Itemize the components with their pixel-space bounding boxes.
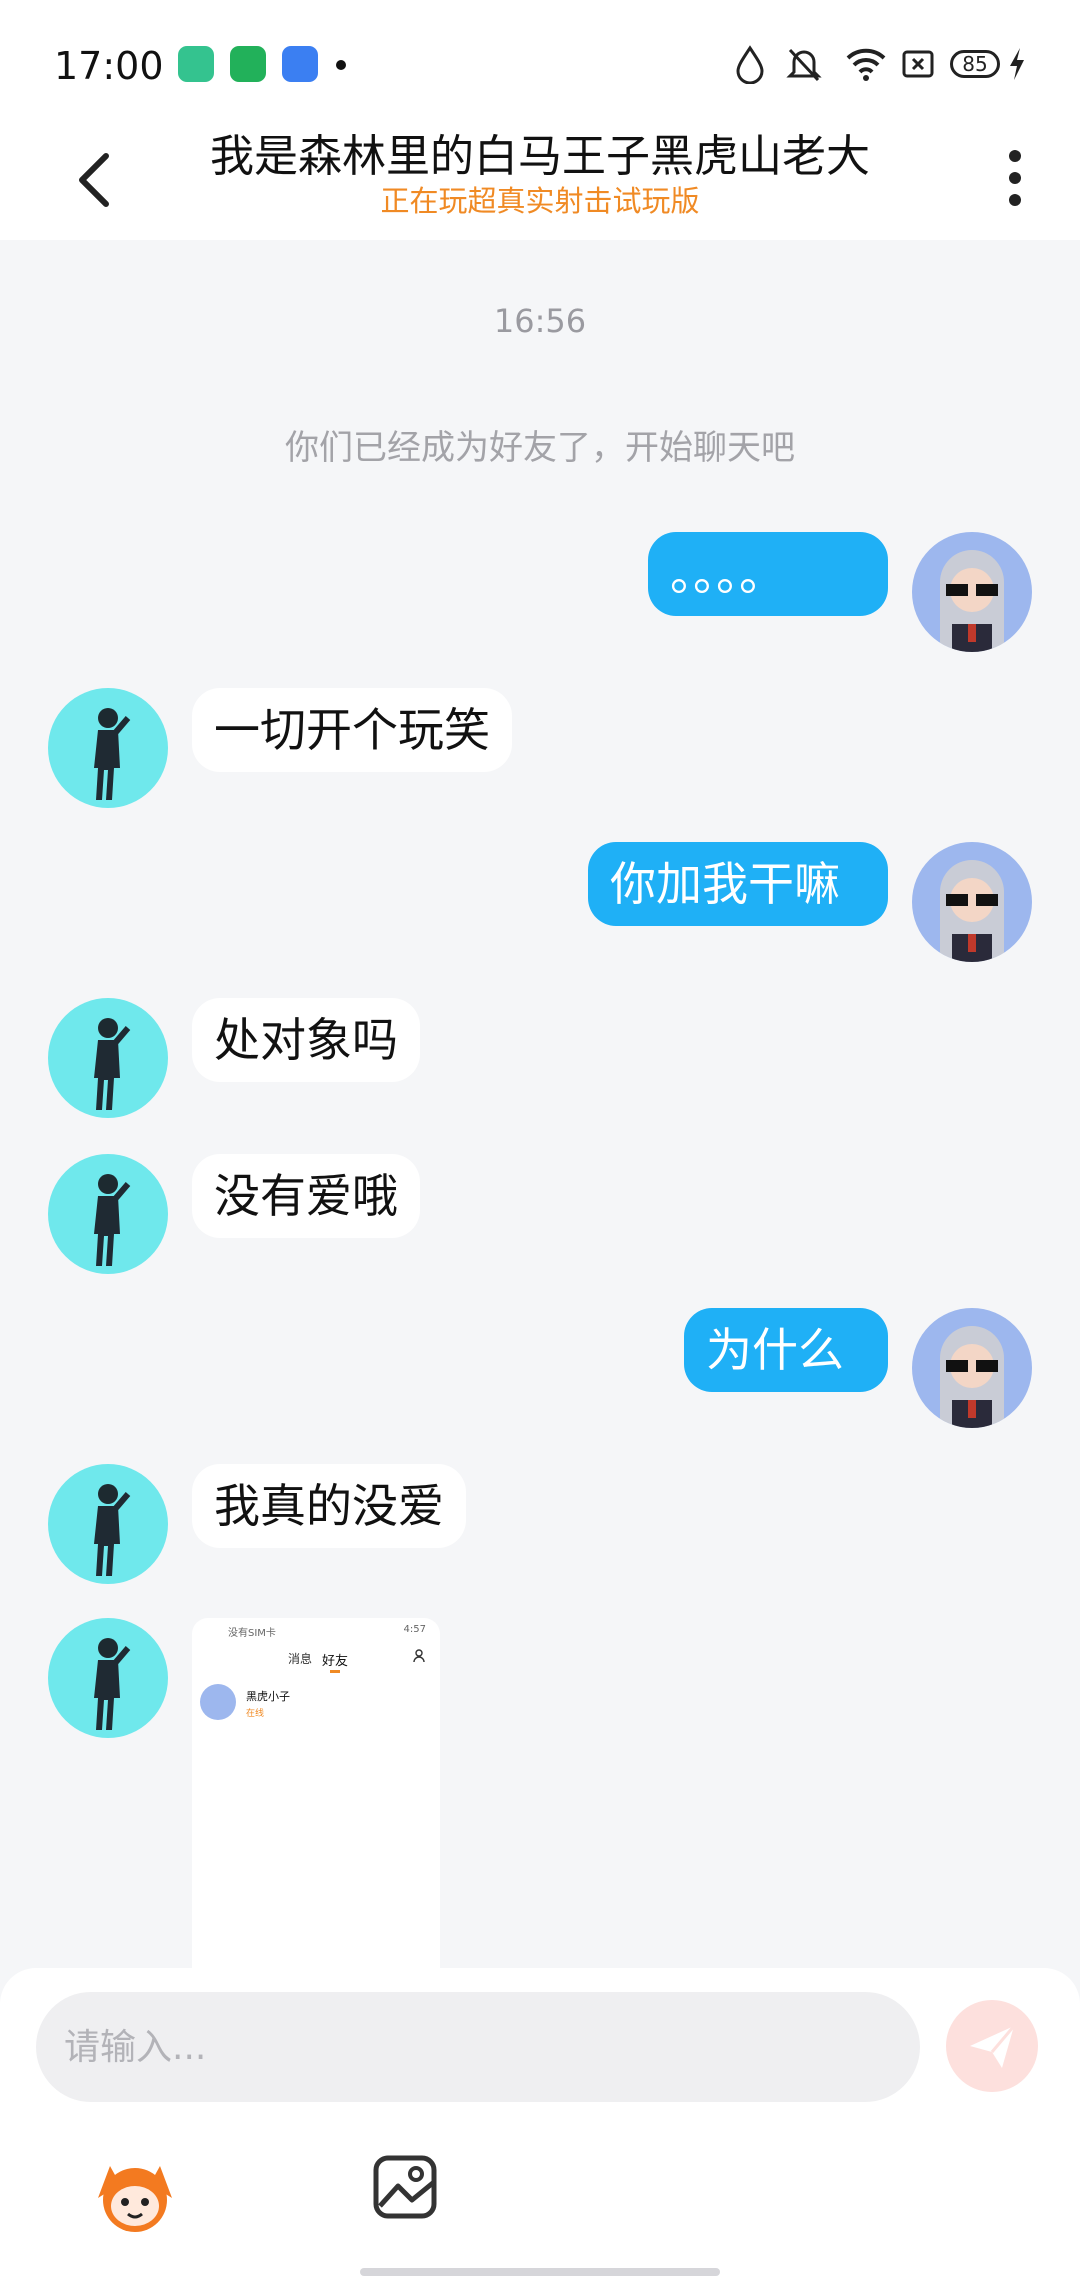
friend-avatar[interactable] [48, 688, 168, 808]
my-message-bubble[interactable]: 你加我干嘛 [588, 842, 888, 926]
mascot-emoji-button[interactable] [90, 2148, 180, 2238]
sim-x-icon [900, 44, 936, 84]
gallery-button[interactable] [370, 2152, 440, 2222]
friend-message-bubble[interactable]: 处对象吗 [192, 998, 420, 1082]
preview-friend-avatar [200, 1684, 236, 1720]
mascot-icon [98, 2166, 172, 2232]
chat-area[interactable]: 16:56 你们已经成为好友了，开始聊天吧 。。。。 一切开个玩笑 你加我干嘛 … [0, 240, 1080, 1970]
friend-avatar[interactable] [48, 1154, 168, 1274]
battery-icon: 85 [950, 50, 1000, 78]
more-vertical-icon [1009, 150, 1021, 162]
charging-icon [1006, 44, 1028, 84]
friend-message-bubble[interactable]: 没有爱哦 [192, 1154, 420, 1238]
chat-title: 我是森林里的白马王子黑虎山老大 [210, 131, 870, 182]
preview-tab-friends: 好友 [322, 1654, 349, 1669]
status-time: 17:00 [54, 44, 164, 88]
wifi-icon [844, 44, 888, 84]
my-message-bubble[interactable]: 。。。。 [648, 532, 888, 616]
preview-status-left: 没有SIM卡 [228, 1628, 276, 1639]
input-area [0, 1968, 1080, 2280]
more-dot [1009, 172, 1021, 184]
image-message[interactable]: 没有SIM卡 4:57 消息 好友 黑虎小子 在线 [192, 1618, 440, 1970]
android-app-icon [230, 46, 266, 82]
preview-friend-name: 黑虎小子 [246, 1690, 290, 1703]
friend-avatar[interactable] [48, 1464, 168, 1584]
friend-message-bubble[interactable]: 我真的没爱 [192, 1464, 466, 1548]
message-input[interactable] [36, 1992, 920, 2102]
game-status[interactable]: 正在玩超真实射击试玩版 [0, 178, 1080, 220]
preview-add-friend-icon [413, 1649, 425, 1663]
preview-friend-status: 在线 [246, 1709, 265, 1719]
more-dot [1009, 194, 1021, 206]
notification-dot [336, 60, 346, 70]
preview-tab-messages: 消息 [288, 1652, 313, 1666]
my-avatar[interactable] [912, 1308, 1032, 1428]
friend-avatar[interactable] [48, 998, 168, 1118]
water-drop-icon [734, 44, 766, 84]
my-message-bubble[interactable]: 为什么 [684, 1308, 888, 1392]
message-timestamp: 16:56 [493, 302, 587, 340]
my-avatar[interactable] [912, 842, 1032, 962]
preview-tab-indicator [330, 1670, 340, 1673]
friend-message-bubble[interactable]: 一切开个玩笑 [192, 688, 512, 772]
mic-app-icon [178, 46, 214, 82]
more-button[interactable] [1000, 140, 1030, 220]
home-indicator[interactable] [360, 2268, 720, 2276]
chat-app-icon [282, 46, 318, 82]
image-icon [373, 2155, 437, 2219]
send-icon [970, 2025, 1016, 2068]
system-message: 你们已经成为好友了，开始聊天吧 [285, 428, 795, 468]
mute-bell-icon [780, 44, 828, 84]
preview-status-right: 4:57 [403, 1624, 426, 1635]
status-bar: 17:00 85 [0, 0, 1080, 130]
friend-avatar[interactable] [48, 1618, 168, 1738]
send-button[interactable] [946, 2000, 1038, 2092]
my-avatar[interactable] [912, 532, 1032, 652]
chat-header: 我是森林里的白马王子黑虎山老大 正在玩超真实射击试玩版 [0, 130, 1080, 240]
